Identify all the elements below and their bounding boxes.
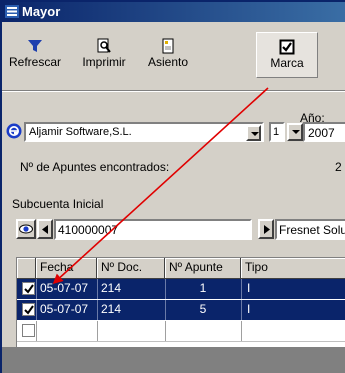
arrow-line: [52, 87, 269, 285]
annotation-arrow: [52, 87, 269, 285]
